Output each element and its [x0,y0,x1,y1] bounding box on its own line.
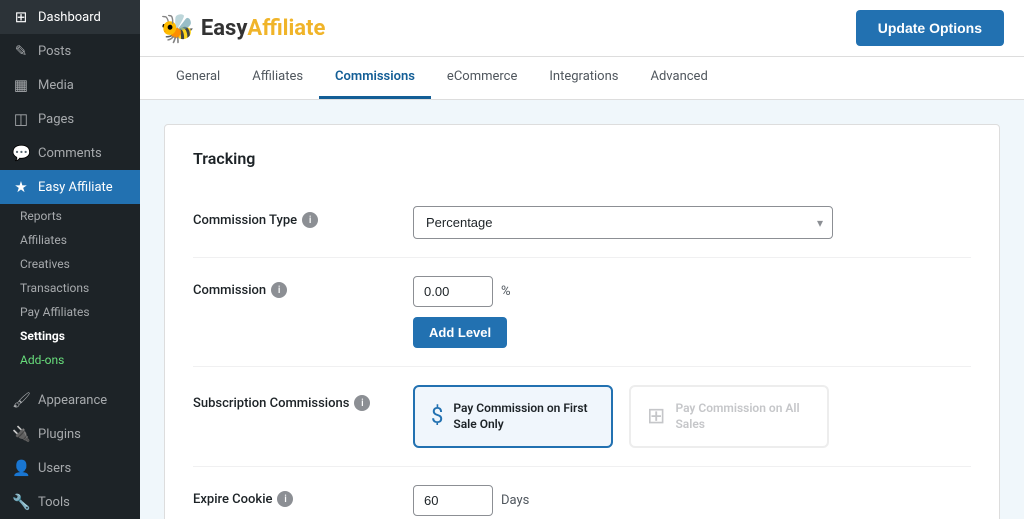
sidebar-item-users[interactable]: 👤 Users [0,451,140,485]
logo-text: EasyAffiliate [201,16,326,41]
sidebar-label-users: Users [38,461,71,476]
tab-commissions[interactable]: Commissions [319,57,431,99]
dashboard-icon: ⊞ [12,8,30,26]
tab-ecommerce[interactable]: eCommerce [431,57,533,99]
sidebar-label-media: Media [38,78,74,93]
pages-icon: ◫ [12,110,30,128]
subscription-commissions-label: Subscription Commissions i [193,385,413,411]
sidebar-item-media[interactable]: ▦ Media [0,68,140,102]
sidebar-sub-transactions[interactable]: Transactions [0,276,140,300]
appearance-icon: 🖌 [12,391,30,409]
sub-option-all-sales[interactable]: ⊞ Pay Commission on All Sales [629,385,829,448]
commission-type-control: Percentage Flat Rate ▾ [413,206,971,239]
commission-control: % Add Level [413,276,971,348]
sidebar: ⊞ Dashboard ✎ Posts ▦ Media ◫ Pages 💬 Co… [0,0,140,519]
sidebar-sub-reports[interactable]: Reports [0,204,140,228]
update-options-button[interactable]: Update Options [856,10,1004,46]
subscription-commissions-row: Subscription Commissions i $ Pay Commiss… [193,367,971,467]
sidebar-item-plugins[interactable]: 🔌 Plugins [0,417,140,451]
sub-option-all-sales-label: Pay Commission on All Sales [675,401,811,432]
tab-affiliates[interactable]: Affiliates [236,57,319,99]
tracking-card: Tracking Commission Type i Percentage Fl… [164,124,1000,519]
commission-info-icon[interactable]: i [271,282,287,298]
content-area: Tracking Commission Type i Percentage Fl… [140,100,1024,519]
sidebar-item-tools[interactable]: 🔧 Tools [0,485,140,519]
tab-general[interactable]: General [160,57,236,99]
commission-type-row: Commission Type i Percentage Flat Rate ▾ [193,188,971,258]
sidebar-sub-pay-affiliates[interactable]: Pay Affiliates [0,300,140,324]
logo-affiliate: Affiliate [247,16,325,41]
easy-affiliate-icon: ★ [12,178,30,196]
commission-input[interactable] [413,276,493,307]
posts-icon: ✎ [12,42,30,60]
tools-icon: 🔧 [12,493,30,511]
comments-icon: 💬 [12,144,30,162]
sidebar-item-dashboard[interactable]: ⊞ Dashboard [0,0,140,34]
add-level-button[interactable]: Add Level [413,317,507,348]
commission-type-info-icon[interactable]: i [302,212,318,228]
plugins-icon: 🔌 [12,425,30,443]
sidebar-sub-addons[interactable]: Add-ons [0,348,140,372]
commission-input-group: % [413,276,971,307]
logo: 🐝 EasyAffiliate [160,12,325,45]
card-title: Tracking [193,149,971,168]
expire-cookie-control: Days [413,485,971,516]
sub-option-first-sale[interactable]: $ Pay Commission on First Sale Only [413,385,613,448]
media-icon: ▦ [12,76,30,94]
sidebar-label-dashboard: Dashboard [38,10,101,25]
subscription-commissions-info-icon[interactable]: i [354,395,370,411]
sidebar-label-posts: Posts [38,44,71,59]
sidebar-label-pages: Pages [38,112,74,127]
topbar: 🐝 EasyAffiliate Update Options [140,0,1024,57]
commission-type-label: Commission Type i [193,206,413,228]
sidebar-item-comments[interactable]: 💬 Comments [0,136,140,170]
cookie-unit: Days [501,493,529,508]
sidebar-sub-creatives[interactable]: Creatives [0,252,140,276]
subscription-options: $ Pay Commission on First Sale Only ⊞ Pa… [413,385,971,448]
sidebar-item-appearance[interactable]: 🖌 Appearance [0,383,140,417]
tab-integrations[interactable]: Integrations [533,57,634,99]
tab-advanced[interactable]: Advanced [634,57,723,99]
sidebar-label-plugins: Plugins [38,427,81,442]
dollar-sign-icon: $ [431,404,443,429]
users-icon: 👤 [12,459,30,477]
main-content: 🐝 EasyAffiliate Update Options General A… [140,0,1024,519]
commission-label: Commission i [193,276,413,298]
sidebar-label-tools: Tools [38,495,70,510]
commission-unit: % [501,284,511,299]
logo-easy: Easy [201,16,248,41]
tab-nav: General Affiliates Commissions eCommerce… [140,57,1024,100]
sidebar-item-easy-affiliate[interactable]: ★ Easy Affiliate [0,170,140,204]
commission-type-select-wrapper: Percentage Flat Rate ▾ [413,206,833,239]
sidebar-sub-settings[interactable]: Settings [0,324,140,348]
subscription-commissions-control: $ Pay Commission on First Sale Only ⊞ Pa… [413,385,971,448]
sidebar-sub-affiliates[interactable]: Affiliates [0,228,140,252]
sidebar-item-pages[interactable]: ◫ Pages [0,102,140,136]
commission-type-select[interactable]: Percentage Flat Rate [413,206,833,239]
sidebar-label-easy-affiliate: Easy Affiliate [38,180,113,195]
expire-cookie-label: Expire Cookie i [193,485,413,507]
bee-icon: 🐝 [160,12,195,45]
expire-cookie-input[interactable] [413,485,493,516]
sidebar-item-posts[interactable]: ✎ Posts [0,34,140,68]
grid-icon: ⊞ [647,404,665,429]
commission-row: Commission i % Add Level [193,258,971,367]
sidebar-label-appearance: Appearance [38,393,107,408]
sub-option-first-sale-label: Pay Commission on First Sale Only [453,401,595,432]
sidebar-label-comments: Comments [38,146,102,161]
cookie-input-group: Days [413,485,971,516]
expire-cookie-row: Expire Cookie i Days [193,467,971,519]
expire-cookie-info-icon[interactable]: i [277,491,293,507]
